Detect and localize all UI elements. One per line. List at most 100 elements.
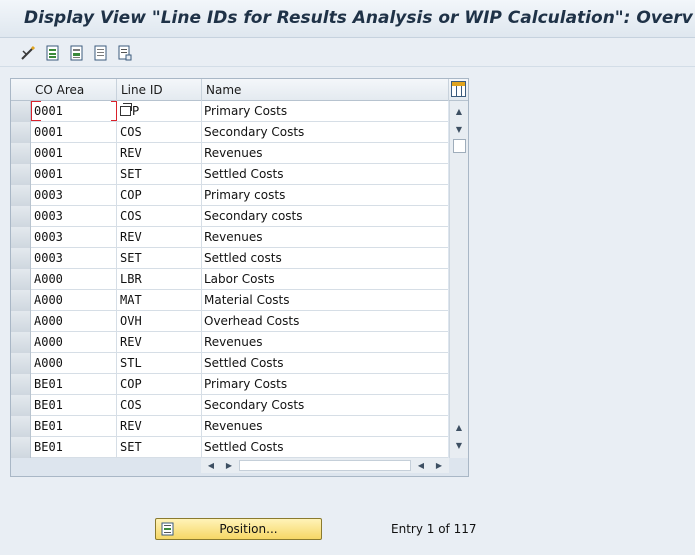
- column-header-line-id[interactable]: Line ID: [117, 79, 202, 101]
- row-selector[interactable]: [11, 227, 31, 248]
- row-selector[interactable]: [11, 332, 31, 353]
- cell-line-id[interactable]: SET: [117, 164, 202, 185]
- row-selector[interactable]: [11, 437, 31, 458]
- row-selector[interactable]: [11, 353, 31, 374]
- cell-name[interactable]: Labor Costs: [202, 269, 448, 290]
- cell-name[interactable]: Settled Costs: [202, 164, 448, 185]
- cell-line-id[interactable]: STL: [117, 353, 202, 374]
- row-selector[interactable]: [11, 101, 31, 122]
- cell-name[interactable]: Revenues: [202, 227, 448, 248]
- cell-name[interactable]: Settled costs: [202, 248, 448, 269]
- cell-name[interactable]: Primary costs: [202, 185, 448, 206]
- position-button-label: Position...: [219, 522, 278, 536]
- scroll-down-icon[interactable]: ▼: [453, 123, 465, 135]
- cell-line-id[interactable]: COS: [117, 122, 202, 143]
- cell-line-id[interactable]: SET: [117, 437, 202, 458]
- row-selector[interactable]: [11, 311, 31, 332]
- cell-line-id[interactable]: MAT: [117, 290, 202, 311]
- table-row: 0003 COS Secondary costs: [11, 206, 448, 227]
- cell-name[interactable]: Revenues: [202, 416, 448, 437]
- cell-co-area[interactable]: A000: [31, 332, 117, 353]
- cell-line-id[interactable]: P: [117, 101, 202, 122]
- cell-co-area[interactable]: 0003: [31, 227, 117, 248]
- cell-line-id[interactable]: COP: [117, 374, 202, 395]
- cell-co-area[interactable]: A000: [31, 290, 117, 311]
- table-row: 0003 REV Revenues: [11, 227, 448, 248]
- cell-name[interactable]: Secondary Costs: [202, 395, 448, 416]
- cell-co-area[interactable]: A000: [31, 269, 117, 290]
- application-toolbar: [0, 39, 695, 67]
- cell-co-area[interactable]: BE01: [31, 437, 117, 458]
- scroll-left-end-icon[interactable]: ◀: [415, 459, 427, 471]
- cell-name[interactable]: Overhead Costs: [202, 311, 448, 332]
- cell-name[interactable]: Revenues: [202, 143, 448, 164]
- cell-co-area[interactable]: 0003: [31, 206, 117, 227]
- row-selector[interactable]: [11, 416, 31, 437]
- cell-name[interactable]: Secondary costs: [202, 206, 448, 227]
- horizontal-scroll-track[interactable]: [239, 460, 411, 471]
- page-up-icon[interactable]: ▲: [453, 421, 465, 433]
- cell-name[interactable]: Settled Costs: [202, 353, 448, 374]
- row-selector[interactable]: [11, 290, 31, 311]
- cell-co-area[interactable]: 0001: [31, 143, 117, 164]
- column-header-co-area[interactable]: CO Area: [31, 79, 117, 101]
- table-settings-icon[interactable]: [451, 81, 466, 97]
- cell-name[interactable]: Secondary Costs: [202, 122, 448, 143]
- cell-co-area[interactable]: 0001: [31, 122, 117, 143]
- cell-co-area[interactable]: A000: [31, 353, 117, 374]
- row-selector[interactable]: [11, 206, 31, 227]
- table-body: 0001 P Primary Costs 0001 COS Secondary …: [11, 101, 448, 458]
- cell-line-id[interactable]: OVH: [117, 311, 202, 332]
- cell-line-id[interactable]: COS: [117, 395, 202, 416]
- row-selector[interactable]: [11, 395, 31, 416]
- page-down-icon[interactable]: ▼: [453, 439, 465, 451]
- row-selector[interactable]: [11, 164, 31, 185]
- cell-line-id[interactable]: REV: [117, 416, 202, 437]
- scroll-right-icon[interactable]: ▶: [223, 459, 235, 471]
- scroll-right-end-icon[interactable]: ▶: [433, 459, 445, 471]
- row-selector[interactable]: [11, 248, 31, 269]
- cell-name[interactable]: Settled Costs: [202, 437, 448, 458]
- cell-line-id[interactable]: REV: [117, 227, 202, 248]
- row-selector[interactable]: [11, 122, 31, 143]
- glasses-icon[interactable]: [19, 44, 37, 62]
- cell-co-area[interactable]: BE01: [31, 416, 117, 437]
- cell-co-area[interactable]: 0001: [31, 164, 117, 185]
- deselect-all-icon[interactable]: [92, 44, 110, 62]
- cell-line-id[interactable]: SET: [117, 248, 202, 269]
- cell-line-id[interactable]: COS: [117, 206, 202, 227]
- table-row: 0001 SET Settled Costs: [11, 164, 448, 185]
- table-row: A000 OVH Overhead Costs: [11, 311, 448, 332]
- row-selector[interactable]: [11, 185, 31, 206]
- cell-co-area[interactable]: BE01: [31, 395, 117, 416]
- select-block-icon[interactable]: [68, 44, 86, 62]
- horizontal-scrollbar[interactable]: ◀ ▶ ◀ ▶: [201, 458, 449, 473]
- cell-co-area[interactable]: 0003: [31, 248, 117, 269]
- cell-name[interactable]: Primary Costs: [202, 101, 448, 122]
- cell-co-area[interactable]: BE01: [31, 374, 117, 395]
- scroll-thumb[interactable]: [453, 139, 466, 153]
- cell-name[interactable]: Primary Costs: [202, 374, 448, 395]
- table-row: 0001 REV Revenues: [11, 143, 448, 164]
- cell-name[interactable]: Material Costs: [202, 290, 448, 311]
- cell-co-area[interactable]: 0001: [31, 101, 117, 122]
- cell-line-id[interactable]: REV: [117, 143, 202, 164]
- table-row: 0003 SET Settled costs: [11, 248, 448, 269]
- select-all-icon[interactable]: [44, 44, 62, 62]
- column-header-name[interactable]: Name: [202, 79, 449, 101]
- scroll-up-icon[interactable]: ▲: [453, 105, 465, 117]
- cell-co-area[interactable]: A000: [31, 311, 117, 332]
- cell-line-id[interactable]: LBR: [117, 269, 202, 290]
- cell-name[interactable]: Revenues: [202, 332, 448, 353]
- scroll-left-icon[interactable]: ◀: [205, 459, 217, 471]
- row-selector[interactable]: [11, 143, 31, 164]
- row-selector[interactable]: [11, 374, 31, 395]
- table-row: A000 LBR Labor Costs: [11, 269, 448, 290]
- vertical-scrollbar[interactable]: ▲ ▼ ▲ ▼: [449, 101, 468, 458]
- cell-line-id[interactable]: REV: [117, 332, 202, 353]
- cell-line-id[interactable]: COP: [117, 185, 202, 206]
- print-icon[interactable]: [116, 44, 134, 62]
- row-selector[interactable]: [11, 269, 31, 290]
- position-button[interactable]: Position...: [155, 518, 322, 540]
- cell-co-area[interactable]: 0003: [31, 185, 117, 206]
